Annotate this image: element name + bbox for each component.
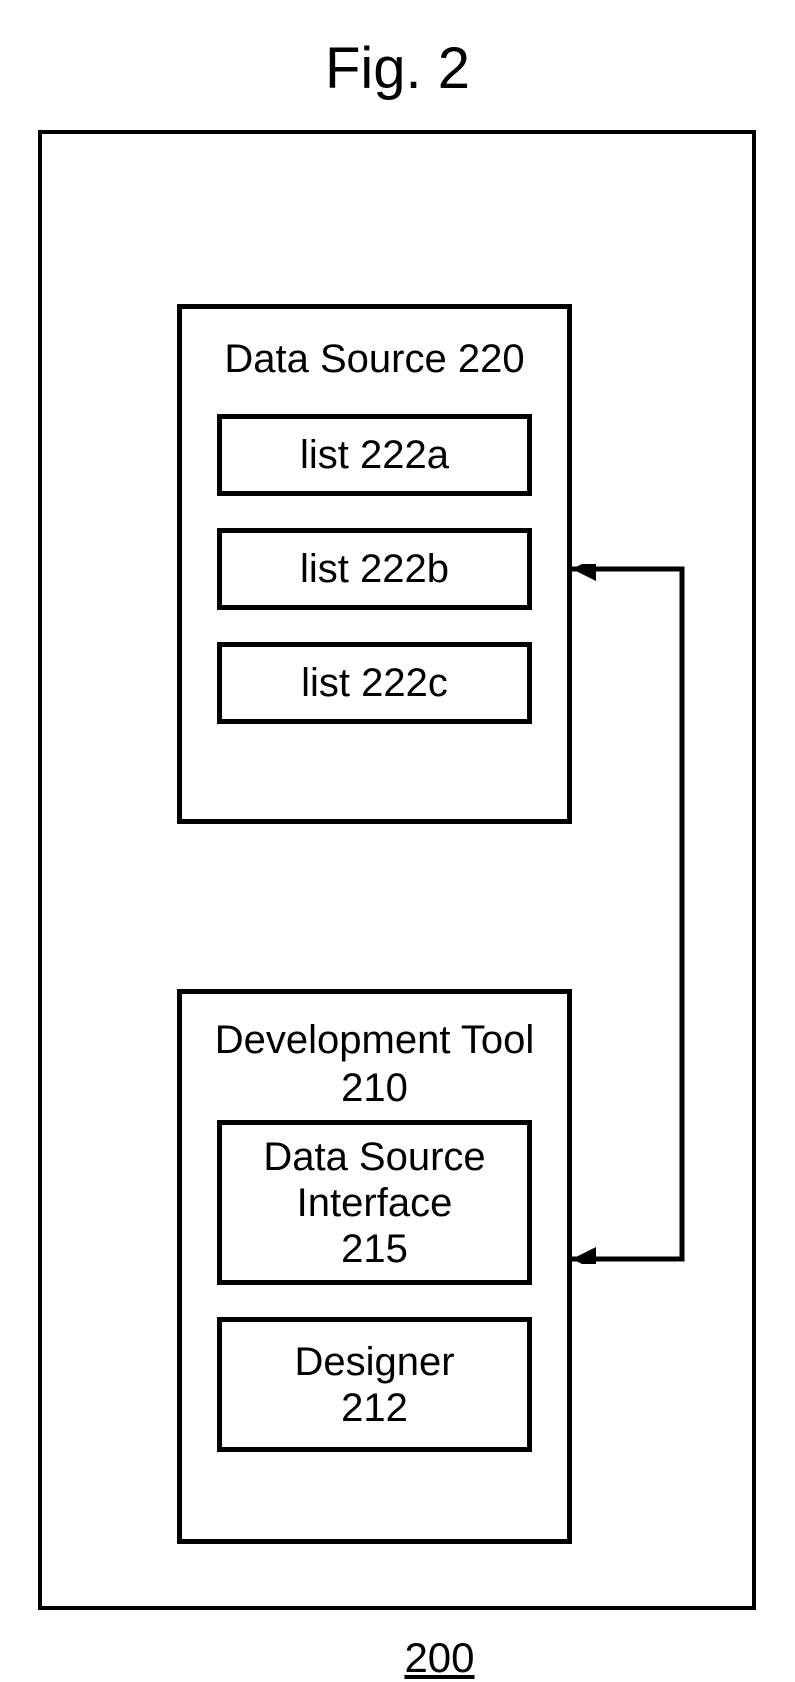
designer-box: Designer 212 (217, 1317, 532, 1452)
data-source-interface-box: Data Source Interface 215 (217, 1120, 532, 1285)
dev-tool-title-line1: Development Tool (215, 1018, 534, 1062)
dev-tool-title-line2: 210 (341, 1066, 408, 1110)
interface-line2: Interface (297, 1180, 453, 1226)
diagram-frame: Data Source 220 list 222a list 222b list… (38, 130, 756, 1610)
list-item-a: list 222a (217, 414, 532, 496)
data-source-title: Data Source 220 (182, 337, 567, 382)
interface-line3: 215 (341, 1226, 408, 1272)
list-item-b: list 222b (217, 528, 532, 610)
designer-line1: Designer (294, 1339, 454, 1385)
designer-line2: 212 (341, 1385, 408, 1431)
figure-title: Fig. 2 (0, 35, 795, 102)
connector-arrow (572, 564, 712, 1264)
data-source-box: Data Source 220 list 222a list 222b list… (177, 304, 572, 824)
list-item-c: list 222c (217, 642, 532, 724)
development-tool-box: Development Tool 210 Data Source Interfa… (177, 989, 572, 1544)
figure-number: 200 (42, 1634, 795, 1682)
development-tool-title: Development Tool 210 (182, 1016, 567, 1112)
interface-line1: Data Source (263, 1134, 485, 1180)
